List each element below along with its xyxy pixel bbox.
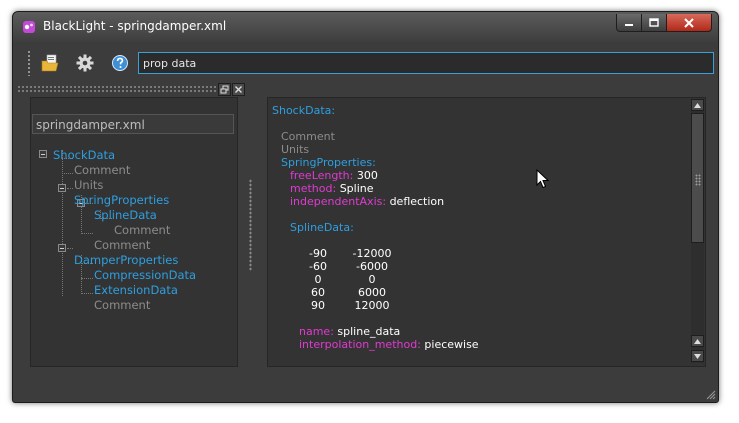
tree-line [81,293,93,294]
tree-line [62,173,73,174]
search-input[interactable] [138,52,714,74]
mouse-cursor-icon [536,169,549,189]
arrow-up-icon [694,102,701,108]
arrow-down-icon [694,353,701,359]
key-interpolation: interpolation_method: [299,338,421,351]
maximize-icon [649,18,659,27]
key-freelength: freeLength: [290,169,354,182]
arrow-up-icon [694,338,701,344]
table-cell: -12000 [352,247,392,260]
minimize-icon [625,23,633,26]
tree-line [62,150,63,296]
key-name: name: [299,325,334,338]
table-cell: 90 [311,299,325,312]
value-freelength: 300 [356,169,378,182]
detail-row-interpolation: interpolation_method: piecewise [299,338,479,351]
tree-item-damperproperties[interactable]: DamperProperties [74,253,178,267]
detail-row-method: method: Spline [290,182,374,195]
title-bar[interactable]: BlackLight - springdamper.xml [13,12,718,42]
dock-float-button[interactable] [218,83,231,96]
detail-row-freelength: freeLength: 300 [290,169,378,182]
table-cell: -90 [309,247,327,260]
detail-heading: ShockData: [272,104,336,117]
toolbar-grip[interactable] [27,50,31,76]
float-icon [220,85,229,94]
tree-item-compressiondata[interactable]: CompressionData [94,268,196,282]
value-name: spline_data [337,325,401,338]
resize-grip-icon[interactable] [704,388,716,400]
tree-item-comment[interactable]: Comment [94,298,150,312]
dock-close-button[interactable] [232,83,245,96]
value-independentaxis: deflection [389,195,445,208]
detail-panel: ShockData: Comment Units SpringPropertie… [267,97,706,367]
scroll-down-button[interactable] [691,350,704,362]
scroll-page-up-button[interactable] [691,335,704,347]
table-cell: -6000 [356,260,388,273]
table-cell: 0 [314,273,322,286]
dock-title-grip[interactable] [17,85,227,93]
close-icon [684,17,694,28]
detail-spring-properties: SpringProperties: [281,156,376,169]
key-method: method: [290,182,337,195]
help-icon[interactable] [110,53,130,73]
scroll-thumb[interactable] [691,113,704,243]
tree-file-header: springdamper.xml [32,114,234,134]
tree-panel: springdamper.xml ShockData Comment Units… [30,97,238,367]
table-cell: -60 [309,260,327,273]
tree-item-shockdata[interactable]: ShockData [53,148,115,162]
app-window: BlackLight - springdamper.xml prop data … [12,11,719,403]
app-logo-icon [23,21,35,33]
value-interpolation: piecewise [424,338,479,351]
detail-scrollbar[interactable] [691,99,704,363]
detail-row-independentaxis: independentAxis: deflection [290,195,444,208]
tree-expander-springproperties[interactable] [58,184,66,192]
close-icon [235,86,242,93]
open-folder-icon[interactable] [40,53,60,73]
key-independentaxis: independentAxis: [290,195,387,208]
tree-line [67,248,73,249]
tree-line [67,188,73,189]
tree-line [81,233,93,234]
tree-item-springproperties[interactable]: SpringProperties [74,193,169,207]
panel-splitter[interactable] [249,179,252,271]
tree-item-units[interactable]: Units [74,178,103,192]
detail-spline-data: SplineData: [290,221,354,234]
toolbar [13,42,718,82]
detail-row-name: name: spline_data [299,325,400,338]
tree-item-comment[interactable]: Comment [74,163,130,177]
gear-icon[interactable] [75,53,95,73]
table-cell: 12000 [354,299,390,312]
detail-comment: Comment [281,130,335,143]
window-title: BlackLight - springdamper.xml [43,19,227,33]
table-cell: 60 [311,286,325,299]
tree-item-extensiondata[interactable]: ExtensionData [94,283,178,297]
table-cell: 0 [368,273,376,286]
tree-item-comment[interactable]: Comment [94,238,150,252]
tree-item-splinedata[interactable]: SplineData [94,208,157,222]
tree-line [81,278,93,279]
minimize-button[interactable] [616,14,642,32]
detail-units: Units [281,143,310,156]
maximize-button[interactable] [642,14,667,32]
tree-expander-shockdata[interactable] [39,150,47,158]
table-cell: 6000 [358,286,386,299]
scroll-up-button[interactable] [691,99,704,111]
tree-expander-damperproperties[interactable] [58,244,66,252]
close-button[interactable] [667,14,712,32]
tree-item-comment[interactable]: Comment [114,223,170,237]
value-method: Spline [339,182,374,195]
